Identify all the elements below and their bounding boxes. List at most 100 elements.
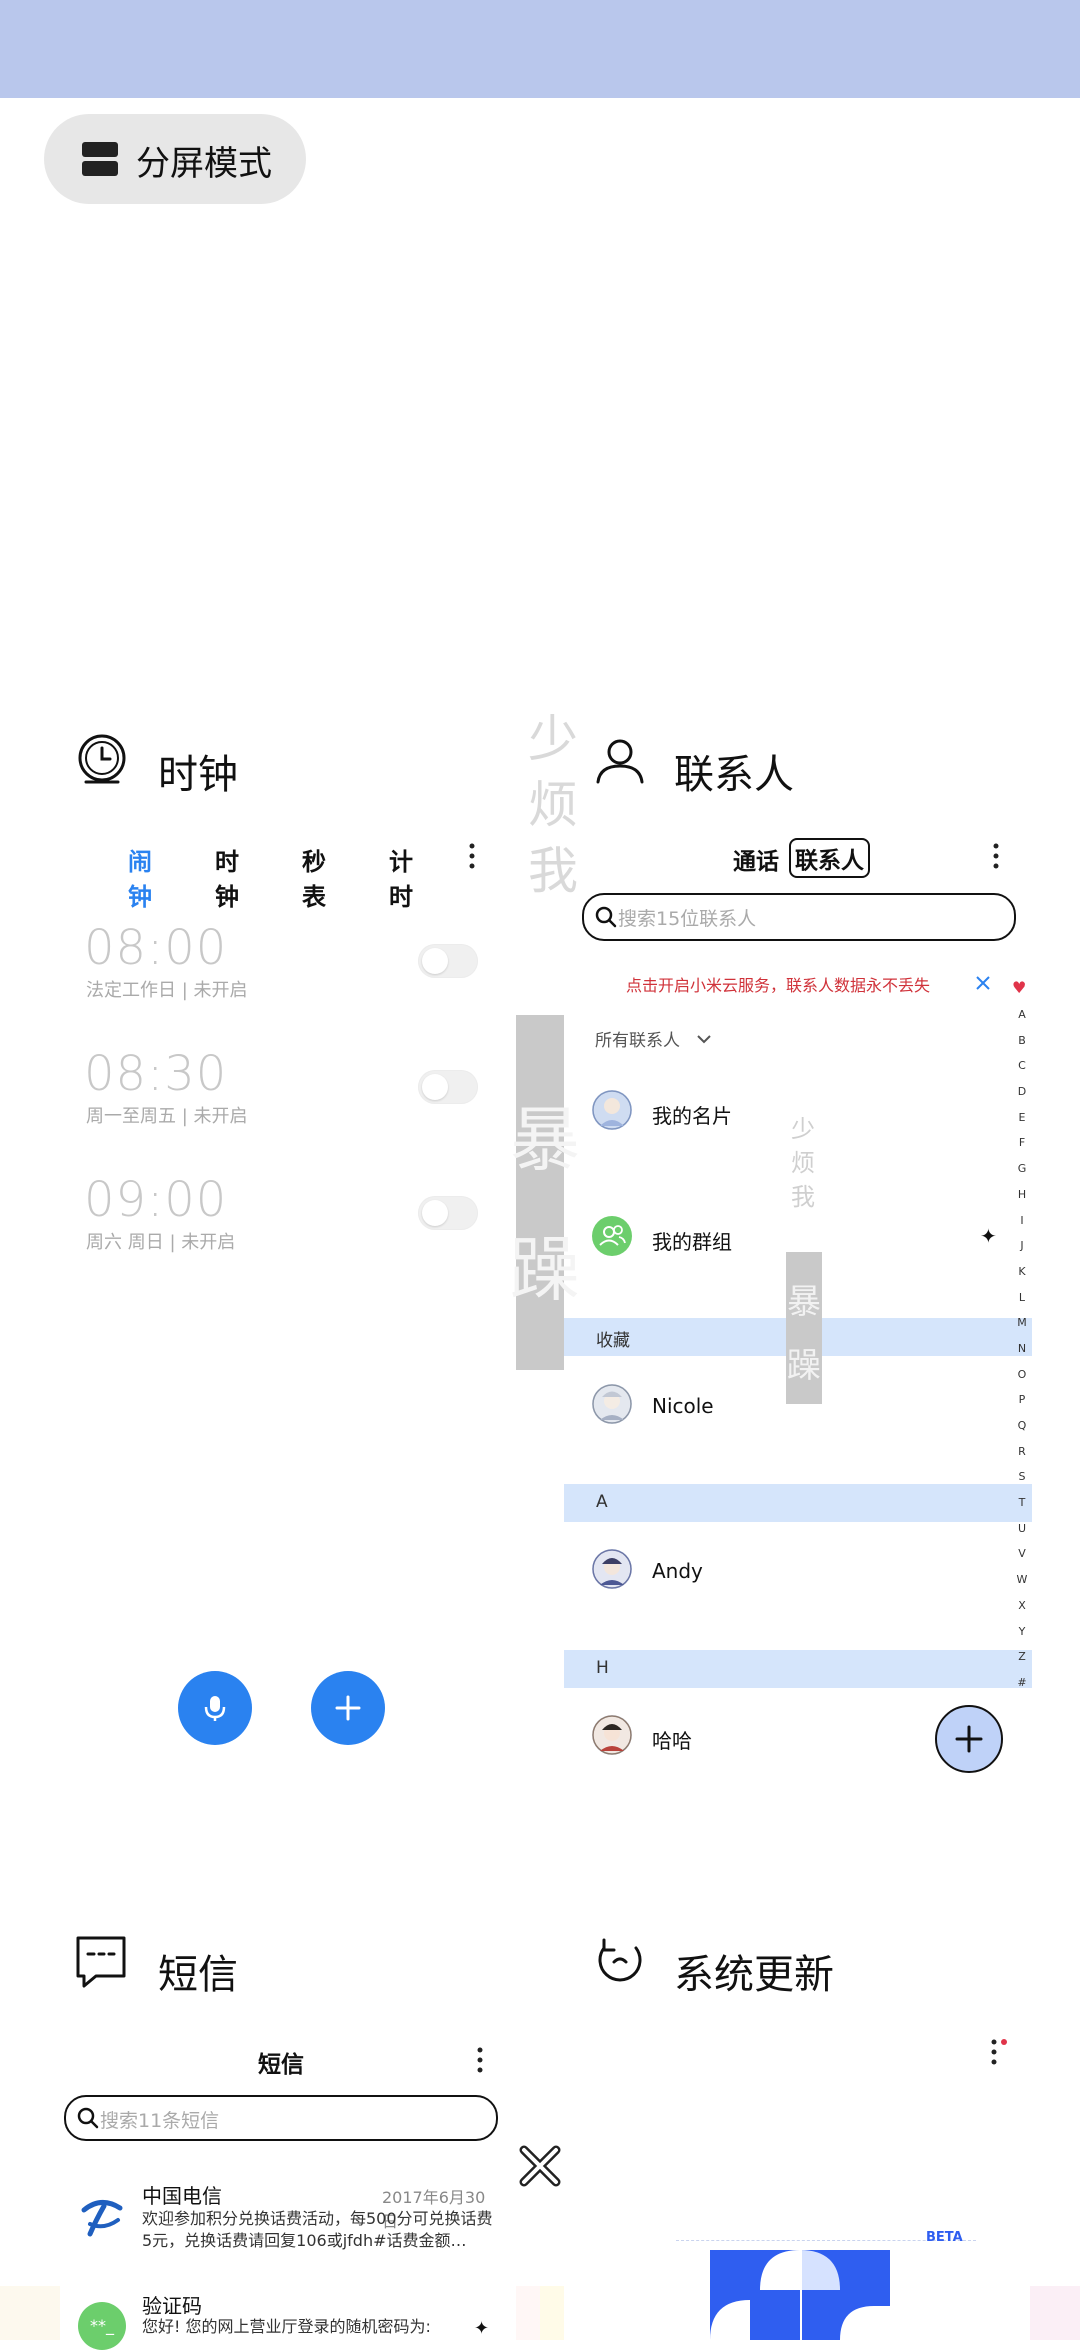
update-icon xyxy=(598,1938,642,1982)
close-icon[interactable] xyxy=(516,2142,564,2190)
contact-name: 哈哈 xyxy=(652,1729,692,1753)
index-letter[interactable]: Q xyxy=(1012,1413,1032,1439)
alarm-time: 08:30 xyxy=(84,1046,228,1102)
alarm-toggle[interactable] xyxy=(418,944,478,978)
alarm-subtitle: 法定工作日 | 未开启 xyxy=(86,980,248,1001)
contact-row[interactable]: 哈哈 xyxy=(592,1715,922,1761)
index-letter[interactable]: # xyxy=(1012,1670,1032,1696)
index-letter[interactable]: R xyxy=(1012,1439,1032,1465)
my-groups-label: 我的群组 xyxy=(652,1230,732,1254)
clock-card-title: 时钟 xyxy=(158,752,238,798)
message-item[interactable]: **_ 验证码 您好! 您的网上营业厅登录的随机密码为: ✦ xyxy=(74,2290,498,2350)
alarm-item[interactable]: 08:00 法定工作日 | 未开启 xyxy=(84,920,484,1010)
index-letter[interactable]: G xyxy=(1012,1156,1032,1182)
overlay-vertical-small: 少 烦 我 xyxy=(528,710,578,900)
overlay-vertical-big: 暴 躁 xyxy=(510,1099,580,1311)
alarm-subtitle: 周一至周五 | 未开启 xyxy=(86,1106,248,1127)
index-letter[interactable]: B xyxy=(1012,1028,1032,1054)
section-header: A xyxy=(564,1484,1032,1522)
update-more-icon[interactable] xyxy=(984,2036,1012,2068)
contacts-more-icon[interactable] xyxy=(986,840,1006,872)
messages-search-input[interactable]: 搜索11条短信 xyxy=(64,2095,498,2141)
sparkle-icon: ✦ xyxy=(980,1224,997,1248)
beta-shape xyxy=(710,2250,890,2340)
contact-name: Nicole xyxy=(652,1394,714,1418)
plus-icon xyxy=(335,1695,361,1721)
index-letter[interactable]: J xyxy=(1012,1233,1032,1259)
alarm-toggle[interactable] xyxy=(418,1070,478,1104)
alarm-time: 09:00 xyxy=(84,1172,228,1228)
close-banner-icon[interactable] xyxy=(974,974,992,992)
index-letter[interactable]: E xyxy=(1012,1105,1032,1131)
clock-more-icon[interactable] xyxy=(462,840,482,872)
bottom-decor-right xyxy=(1030,2286,1080,2340)
tab-contacts[interactable]: 联系人 xyxy=(789,838,870,878)
favorites-heart-icon[interactable]: ♥ xyxy=(1012,978,1026,997)
messages-search-placeholder: 搜索11条短信 xyxy=(100,2110,220,2132)
message-preview: 您好! 您的网上营业厅登录的随机密码为: xyxy=(142,2317,431,2336)
add-contact-button[interactable] xyxy=(935,1705,1003,1773)
china-telecom-logo xyxy=(75,2191,127,2243)
contacts-filter-label: 所有联系人 xyxy=(595,1031,680,1051)
index-letter[interactable]: M xyxy=(1012,1310,1032,1336)
index-letter[interactable]: C xyxy=(1012,1053,1032,1079)
avatar xyxy=(592,1715,632,1755)
system-update-title: 系统更新 xyxy=(674,1952,834,1998)
contacts-filter[interactable]: 所有联系人 xyxy=(595,1026,711,1051)
index-letter[interactable]: F xyxy=(1012,1130,1032,1156)
tab-timer[interactable]: 计时 xyxy=(389,842,413,912)
split-screen-label: 分屏模式 xyxy=(136,144,272,184)
messages-more-icon[interactable] xyxy=(470,2044,490,2076)
alarm-toggle[interactable] xyxy=(418,1196,478,1230)
index-letter[interactable]: D xyxy=(1012,1079,1032,1105)
index-letter[interactable]: W xyxy=(1012,1567,1032,1593)
messages-card-title: 短信 xyxy=(158,1952,238,1998)
tab-stopwatch[interactable]: 秒表 xyxy=(302,842,326,912)
alphabet-index[interactable]: A B C D E F G H I J K L M N O P Q R S T U V W X Y Z # xyxy=(1012,1002,1032,1696)
verification-avatar: **_ xyxy=(78,2302,126,2350)
message-item[interactable]: 中国电信 2017年6月30日 欢迎参加积分兑换话费活动，每500分可兑换话费5… xyxy=(74,2180,498,2260)
message-icon xyxy=(76,1936,126,1988)
avatar xyxy=(592,1090,632,1130)
alarm-item[interactable]: 09:00 周六 周日 | 未开启 xyxy=(84,1172,484,1262)
tab-calls[interactable]: 通话 xyxy=(733,842,779,876)
status-bar xyxy=(0,0,1080,98)
index-letter[interactable]: O xyxy=(1012,1362,1032,1388)
tab-clock[interactable]: 时钟 xyxy=(215,842,239,912)
index-letter[interactable]: Y xyxy=(1012,1619,1032,1645)
index-letter[interactable]: N xyxy=(1012,1336,1032,1362)
add-alarm-button[interactable] xyxy=(311,1671,385,1745)
beta-illustration: BETA xyxy=(676,2230,976,2340)
index-letter[interactable]: T xyxy=(1012,1490,1032,1516)
index-letter[interactable]: I xyxy=(1012,1208,1032,1234)
section-header: H xyxy=(564,1650,1032,1688)
index-letter[interactable]: L xyxy=(1012,1285,1032,1311)
index-letter[interactable]: V xyxy=(1012,1541,1032,1567)
contact-row[interactable]: Nicole xyxy=(592,1384,972,1430)
index-letter[interactable]: S xyxy=(1012,1464,1032,1490)
alarm-subtitle: 周六 周日 | 未开启 xyxy=(86,1232,236,1253)
alarm-item[interactable]: 08:30 周一至周五 | 未开启 xyxy=(84,1046,484,1136)
voice-alarm-button[interactable] xyxy=(178,1671,252,1745)
index-letter[interactable]: Z xyxy=(1012,1644,1032,1670)
contacts-search-input[interactable]: 搜索15位联系人 xyxy=(582,893,1016,941)
microphone-icon xyxy=(204,1696,226,1721)
split-screen-button[interactable]: 分屏模式 xyxy=(44,114,306,204)
tab-alarm[interactable]: 闹钟 xyxy=(128,842,152,912)
index-letter[interactable]: X xyxy=(1012,1593,1032,1619)
contact-row[interactable]: Andy xyxy=(592,1549,972,1595)
index-letter[interactable]: A xyxy=(1012,1002,1032,1028)
clock-icon xyxy=(78,734,126,784)
contact-name: Andy xyxy=(652,1559,703,1583)
index-letter[interactable]: K xyxy=(1012,1259,1032,1285)
search-icon xyxy=(595,906,617,928)
index-letter[interactable]: P xyxy=(1012,1387,1032,1413)
contacts-search-placeholder: 搜索15位联系人 xyxy=(618,908,757,930)
overlay-vertical-small-2: 少 烦 我 xyxy=(791,1115,815,1211)
avatar xyxy=(592,1549,632,1589)
cloud-service-banner[interactable]: 点击开启小米云服务，联系人数据永不丢失 xyxy=(626,972,930,996)
index-letter[interactable]: H xyxy=(1012,1182,1032,1208)
avatar xyxy=(592,1384,632,1424)
message-sender: 验证码 xyxy=(142,2294,202,2318)
index-letter[interactable]: U xyxy=(1012,1516,1032,1542)
